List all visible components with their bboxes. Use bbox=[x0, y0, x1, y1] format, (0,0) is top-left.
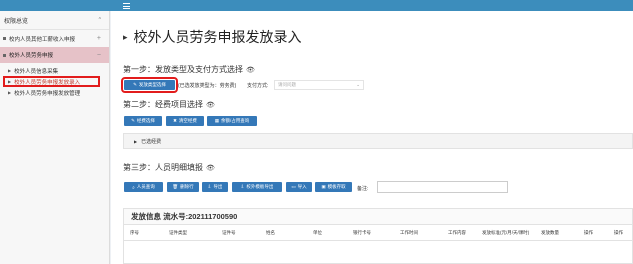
plus-icon[interactable]: + bbox=[97, 35, 101, 42]
trash-icon: 🗑 bbox=[172, 184, 179, 189]
step1-label: 第一步：发放类型及支付方式选择 bbox=[123, 65, 243, 74]
search-icon: ⌕ bbox=[132, 184, 135, 190]
pencil-icon: ✎ bbox=[131, 118, 135, 123]
sidebar-item-payment-entry[interactable]: ▶ 校外人员劳务申报发放录入 bbox=[3, 76, 100, 87]
pay-method-label: 支付方式: bbox=[247, 83, 269, 89]
step1-heading: 第一步：发放类型及支付方式选择 👁 bbox=[123, 64, 255, 75]
save-icon: ▣ bbox=[321, 184, 326, 189]
selected-fund-label: 已选经费 bbox=[141, 138, 162, 145]
caret-right-icon: ▶ bbox=[134, 138, 138, 144]
note-input[interactable] bbox=[377, 181, 508, 193]
caret-right-icon: ▶ bbox=[8, 79, 12, 84]
sidebar-item-label: 校外人员信息采集 bbox=[14, 68, 59, 75]
balance-query-button[interactable]: ▦ 余额/占用查询 bbox=[207, 116, 257, 126]
sidebar-item-other-income[interactable]: 校内人员其他工薪收入申报 + bbox=[0, 30, 109, 47]
column-header[interactable]: 银行卡号 bbox=[353, 230, 371, 236]
template-export-button[interactable]: ⇩ 校外模板导出 bbox=[232, 182, 282, 192]
sidebar-item-label: 校外人员劳务申报发放管理 bbox=[14, 90, 81, 97]
page-title: 校外人员劳务申报发放录入 bbox=[133, 29, 302, 45]
fund-select-button[interactable]: ✎ 经费选择 bbox=[124, 116, 162, 126]
pay-method-placeholder: 请问问题 bbox=[278, 82, 296, 87]
button-label: 删除行 bbox=[180, 184, 194, 189]
export-button[interactable]: ⇩ 导出 bbox=[202, 182, 228, 192]
step2-heading: 第二步：经费项目选择 👁 bbox=[123, 99, 215, 110]
sidebar-header-label: 权限总览 bbox=[4, 18, 29, 25]
grid-title: 发放信息 流水号:202111700590 bbox=[124, 209, 632, 225]
chevron-down-icon: ⌄ bbox=[356, 82, 360, 87]
delete-row-button[interactable]: 🗑 删除行 bbox=[167, 182, 199, 192]
button-label: 人员查询 bbox=[136, 184, 155, 189]
caret-right-icon: ▶ bbox=[8, 68, 12, 73]
sidebar-item-info-collect[interactable]: ▶ 校外人员信息采集 bbox=[0, 65, 109, 76]
sidebar-item-labor-declare[interactable]: 校外人员劳务申报 − bbox=[0, 47, 109, 63]
grid-icon: ▦ bbox=[214, 118, 219, 123]
button-label: 校外模板导出 bbox=[246, 184, 274, 189]
caret-right-icon: ▶ bbox=[8, 90, 12, 95]
close-icon: ✖ bbox=[173, 118, 177, 123]
menu-toggle-icon[interactable] bbox=[123, 3, 130, 9]
eye-icon[interactable]: 👁 bbox=[246, 66, 255, 74]
person-query-button[interactable]: ⌕ 人员查询 bbox=[124, 182, 163, 192]
button-label: 模板存取 bbox=[327, 184, 346, 189]
menu-icon bbox=[3, 53, 6, 57]
import-button[interactable]: ▭ 导入 bbox=[286, 182, 312, 192]
menu-icon bbox=[3, 37, 6, 40]
sidebar-header[interactable]: 权限总览 ^ bbox=[0, 11, 109, 30]
button-label: 导入 bbox=[297, 184, 307, 189]
column-header[interactable]: 单位 bbox=[313, 230, 322, 236]
eye-icon[interactable]: 👁 bbox=[206, 164, 215, 172]
column-header[interactable]: 操作 bbox=[584, 230, 593, 236]
sidebar-item-label: 校外人员劳务申报发放录入 bbox=[14, 79, 81, 86]
folder-icon: ▭ bbox=[291, 184, 296, 189]
note-label: 备注: bbox=[357, 186, 369, 192]
page-title-row: ▸ 校外人员劳务申报发放录入 bbox=[123, 27, 302, 47]
top-bar bbox=[0, 0, 633, 11]
minus-icon[interactable]: − bbox=[97, 52, 101, 59]
download-icon: ⇩ bbox=[240, 184, 245, 189]
template-save-button[interactable]: ▣ 模板存取 bbox=[315, 182, 352, 192]
button-label: 清空经费 bbox=[178, 118, 197, 123]
pay-method-select[interactable]: 请问问题 ⌄ bbox=[274, 80, 364, 90]
step3-label: 第三步：人员明细填报 bbox=[123, 163, 203, 172]
button-label: 经费选择 bbox=[136, 118, 155, 123]
column-header[interactable]: 操作 bbox=[614, 230, 623, 236]
selected-fund-panel[interactable]: ▶ 已选经费 bbox=[123, 133, 633, 149]
button-label: 导出 bbox=[213, 184, 223, 189]
grid-header-row: 序号 证件类型 证件号 姓名 单位 银行卡号 工作时间 工作内容 发放标准(元/… bbox=[124, 225, 632, 241]
payment-grid: 发放信息 流水号:202111700590 序号 证件类型 证件号 姓名 单位 … bbox=[123, 208, 633, 264]
column-header[interactable]: 证件号 bbox=[222, 230, 236, 236]
step2-label: 第二步：经费项目选择 bbox=[123, 100, 203, 109]
pencil-icon: ✎ bbox=[133, 82, 137, 87]
button-label: 余额/占用查询 bbox=[221, 118, 250, 123]
sidebar-item-payment-manage[interactable]: ▶ 校外人员劳务申报发放管理 bbox=[0, 87, 109, 98]
eye-icon[interactable]: 👁 bbox=[206, 101, 215, 109]
column-header[interactable]: 序号 bbox=[130, 230, 139, 236]
sidebar: 权限总览 ^ 校内人员其他工薪收入申报 + 校外人员劳务申报 − ▶ 校外人员信息… bbox=[0, 11, 110, 264]
sidebar-item-label: 校外人员劳务申报 bbox=[9, 53, 54, 59]
column-header[interactable]: 证件类型 bbox=[169, 230, 187, 236]
chevron-up-icon[interactable]: ^ bbox=[99, 17, 101, 23]
column-header[interactable]: 发放数量 bbox=[541, 230, 559, 236]
column-header[interactable]: 工作时间 bbox=[400, 230, 418, 236]
download-icon: ⇩ bbox=[207, 184, 212, 189]
fund-clear-button[interactable]: ✖ 清空经费 bbox=[166, 116, 204, 126]
payment-type-text: (已选发放类型为：劳务费) bbox=[178, 83, 237, 89]
column-header[interactable]: 发放标准(元/月/天/课时) bbox=[482, 230, 529, 236]
main-content: ▸ 校外人员劳务申报发放录入 第一步：发放类型及支付方式选择 👁 ✎ 发放类型选… bbox=[111, 11, 633, 264]
step3-heading: 第三步：人员明细填报 👁 bbox=[123, 162, 215, 173]
column-header[interactable]: 工作内容 bbox=[448, 230, 466, 236]
payment-type-select-button[interactable]: ✎ 发放类型选择 bbox=[121, 77, 178, 93]
caret-right-icon: ▸ bbox=[123, 31, 128, 42]
button-label: 发放类型选择 bbox=[138, 82, 166, 87]
sidebar-item-label: 校内人员其他工薪收入申报 bbox=[9, 36, 76, 43]
column-header[interactable]: 姓名 bbox=[266, 230, 275, 236]
